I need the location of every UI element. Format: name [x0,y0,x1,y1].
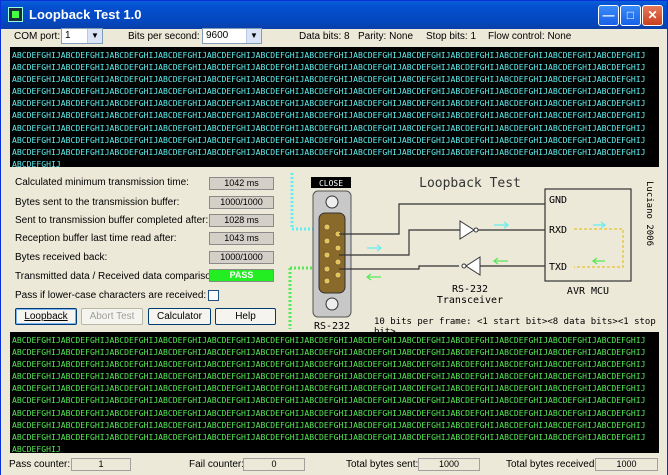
total-sent-value: 1000 [418,458,480,471]
pass-counter-label: Pass counter: [9,459,71,470]
terminal-line: ABCDEFGHIJABCDEFGHIJABCDEFGHIJABCDEFGHIJ… [12,359,646,370]
terminal-line: ABCDEFGHIJABCDEFGHIJABCDEFGHIJABCDEFGHIJ… [12,62,646,73]
minimize-icon: — [602,8,615,22]
rxd-pin-label: RXD [549,225,567,236]
gnd-pin-label: GND [549,195,567,206]
bytes-sent-value: 1000/1000 [209,196,274,209]
fail-counter-value: 0 [243,458,305,471]
mcu-label: AVR MCU [567,286,609,297]
terminal-line: ABCDEFGHIJABCDEFGHIJABCDEFGHIJABCDEFGHIJ… [12,74,646,85]
pass-counter-value: 1 [71,458,131,471]
maximize-button[interactable]: □ [620,5,641,26]
reception-value: 1043 ms [209,232,274,245]
app-window: Loopback Test 1.0 — □ ✕ COM port: 1 ▼ Bi… [0,0,668,475]
comparison-label: Transmitted data / Received data compari… [15,271,220,282]
terminal-line: ABCDEFGHIJABCDEFGHIJABCDEFGHIJABCDEFGHIJ… [12,98,646,109]
lowercase-label: Pass if lower-case characters are receiv… [15,290,207,301]
terminal-line: ABCDEFGHIJABCDEFGHIJABCDEFGHIJABCDEFGHIJ… [12,110,646,121]
terminal-line: ABCDEFGHIJABCDEFGHIJABCDEFGHIJABCDEFGHIJ… [12,395,646,406]
inverter-bubble-icon [461,263,467,269]
bps-select[interactable]: 9600 ▼ [202,28,262,44]
terminal-line: ABCDEFGHIJABCDEFGHIJABCDEFGHIJABCDEFGHIJ… [12,407,646,418]
total-sent-label: Total bytes sent: [346,459,419,470]
close-icon: ✕ [647,8,658,22]
transceiver-buffer-icon [465,256,481,276]
calculator-button[interactable]: Calculator [148,308,211,325]
maximize-icon: □ [626,8,635,22]
reception-label: Reception buffer last time read after: [15,233,177,244]
receive-terminal[interactable]: ABCDEFGHIJABCDEFGHIJABCDEFGHIJABCDEFGHIJ… [10,332,659,453]
loopback-button[interactable]: Loopback [15,308,77,325]
fail-counter-label: Fail counter: [189,459,245,470]
bps-label: Bits per second: [128,31,200,42]
inverter-bubble-icon [473,227,479,233]
screw-icon [325,195,339,209]
db9-shell [318,212,346,294]
close-label: CLOSE [319,179,343,188]
terminal-line: ABCDEFGHIJABCDEFGHIJABCDEFGHIJABCDEFGHIJ… [12,335,646,345]
arrow-right-icon [367,221,606,252]
lowercase-checkbox[interactable] [208,290,219,301]
bps-value: 9600 [206,30,229,41]
app-icon [8,7,23,22]
minimize-button[interactable]: — [598,5,619,26]
terminal-line: ABCDEFGHIJABCDEFGHIJABCDEFGHIJABCDEFGHIJ… [12,146,646,157]
stop-bits-label: Stop bits: 1 [426,31,477,42]
close-button[interactable]: ✕ [642,5,663,26]
transmit-terminal[interactable]: ABCDEFGHIJABCDEFGHIJABCDEFGHIJABCDEFGHIJ… [10,47,659,167]
terminal-line: ABCDEFGHIJABCDEFGHIJABCDEFGHIJABCDEFGHIJ… [12,86,646,97]
terminal-line: ABCDEFGHIJ [12,443,61,453]
total-received-label: Total bytes received: [506,459,598,470]
transceiver-label-2: Transceiver [437,295,503,306]
screw-icon [325,297,339,311]
terminal-line: ABCDEFGHIJABCDEFGHIJABCDEFGHIJABCDEFGHIJ… [12,383,646,394]
title-bar[interactable]: Loopback Test 1.0 — □ ✕ [1,1,667,29]
com-port-select[interactable]: 1 ▼ [61,28,103,44]
data-bits-label: Data bits: 8 [299,31,350,42]
terminal-line: ABCDEFGHIJABCDEFGHIJABCDEFGHIJABCDEFGHIJ… [12,134,646,145]
parity-label: Parity: None [358,31,414,42]
com-port-label: COM port: [14,31,61,42]
chevron-down-icon[interactable]: ▼ [246,29,261,43]
total-received-value: 1000 [595,458,658,471]
abort-test-button[interactable]: Abort Test [81,308,143,325]
connector-label: RS-232 [314,321,350,332]
terminal-line: ABCDEFGHIJABCDEFGHIJABCDEFGHIJABCDEFGHIJ… [12,50,646,60]
terminal-line: ABCDEFGHIJABCDEFGHIJABCDEFGHIJABCDEFGHIJ… [12,347,646,358]
flow-control-label: Flow control: None [488,31,572,42]
window-title: Loopback Test 1.0 [29,7,142,22]
author-label: Luciano 2006 [644,181,654,246]
txd-pin-label: TXD [549,262,567,273]
sent-completed-label: Sent to transmission buffer completed af… [15,215,209,226]
comparison-value: PASS [209,269,274,282]
diagram-title: Loopback Test [419,176,521,191]
terminal-line: ABCDEFGHIJ [12,158,61,167]
bytes-back-value: 1000/1000 [209,251,274,264]
terminal-line: ABCDEFGHIJABCDEFGHIJABCDEFGHIJABCDEFGHIJ… [12,431,646,442]
terminal-line: ABCDEFGHIJABCDEFGHIJABCDEFGHIJABCDEFGHIJ… [12,419,646,430]
tx-wire [339,265,459,270]
transceiver-label-1: RS-232 [452,284,488,295]
chevron-down-icon[interactable]: ▼ [87,29,102,43]
com-port-value: 1 [65,30,71,41]
sent-completed-value: 1028 ms [209,214,274,227]
status-bar: Pass counter: 1 Fail counter: 0 Total by… [1,456,667,475]
help-button[interactable]: Help [215,308,276,325]
terminal-line: ABCDEFGHIJABCDEFGHIJABCDEFGHIJABCDEFGHIJ… [12,122,646,133]
bytes-sent-label: Bytes sent to the transmission buffer: [15,197,180,208]
min-time-label: Calculated minimum transmission time: [15,177,189,188]
terminal-line: ABCDEFGHIJABCDEFGHIJABCDEFGHIJABCDEFGHIJ… [12,371,646,382]
loopback-diagram: CLOSE RS-232 Loopback Test Luciano 2006 … [288,173,654,332]
bytes-back-label: Bytes received back: [15,252,108,263]
min-time-value: 1042 ms [209,177,274,190]
transceiver-buffer-icon [459,220,475,240]
